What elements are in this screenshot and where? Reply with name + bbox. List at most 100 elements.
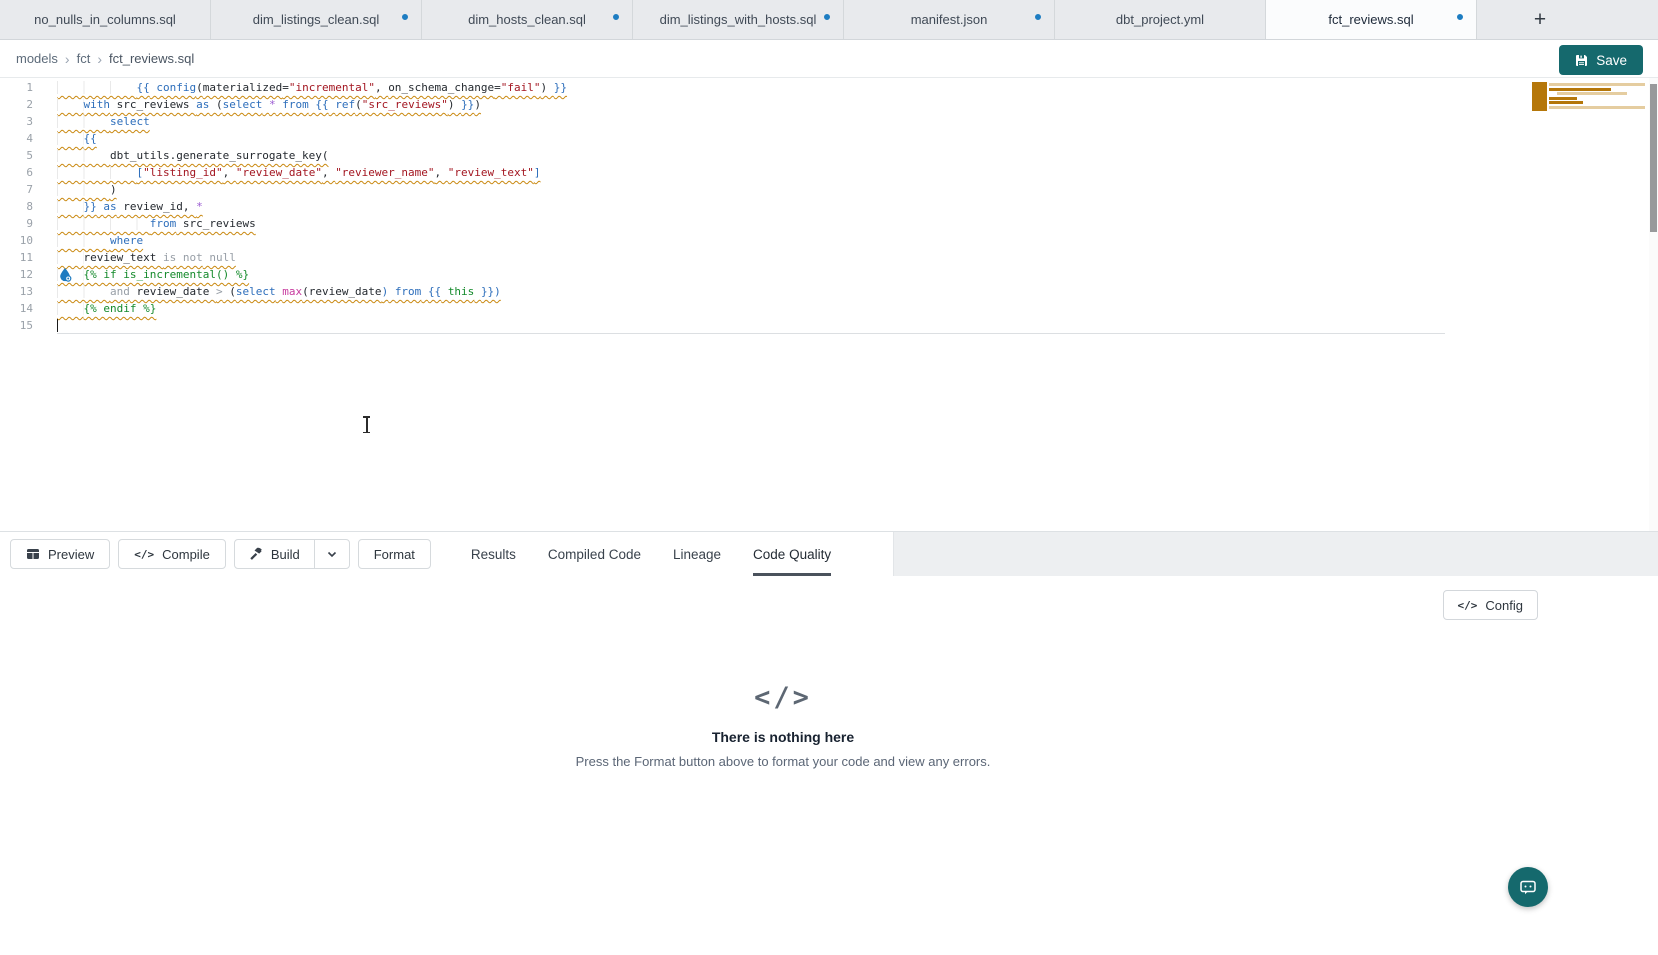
code-line[interactable]: 1 {{ config(materialized="incremental", …	[0, 79, 1658, 96]
code-line-text: with src_reviews as (select * from {{ re…	[57, 96, 481, 113]
build-button[interactable]: Build	[235, 540, 314, 568]
indent-guides	[57, 149, 110, 162]
panel-header: Preview </> Compile Build	[0, 531, 1658, 576]
code-token: =	[282, 81, 289, 94]
code-token: "fail"	[501, 81, 541, 94]
breadcrumb-separator-icon: ›	[97, 51, 102, 67]
code-token: from	[282, 98, 309, 111]
code-token: src_reviews	[110, 98, 196, 111]
code-line-text: select	[57, 113, 150, 130]
code-line-text: where	[57, 232, 143, 249]
code-token: max	[282, 285, 302, 298]
indent-guides	[57, 234, 110, 247]
panel-tab-results[interactable]: Results	[471, 532, 516, 576]
editor-scrollbar[interactable]	[1649, 78, 1658, 531]
code-token: {% if is_incremental() %}	[84, 268, 250, 281]
code-line[interactable]: 6 ["listing_id", "review_date", "reviewe…	[0, 164, 1658, 181]
breadcrumb-item[interactable]: fct	[77, 51, 91, 66]
panel-tab-label: Compiled Code	[548, 547, 641, 562]
code-line[interactable]: 12 {% if is_incremental() %}	[0, 266, 1658, 283]
code-line[interactable]: 15	[0, 317, 1658, 334]
code-token: null	[209, 251, 236, 264]
format-button[interactable]: Format	[358, 539, 431, 569]
unsaved-dot-icon	[402, 14, 408, 20]
code-line[interactable]: 4 {{	[0, 130, 1658, 147]
code-line[interactable]: 2 with src_reviews as (select * from {{ …	[0, 96, 1658, 113]
code-token: "reviewer_name"	[335, 166, 434, 179]
panel-header-spacer	[893, 532, 1658, 576]
code-token: }})	[481, 285, 501, 298]
code-token: ,	[375, 81, 388, 94]
preview-button-label: Preview	[48, 547, 94, 562]
code-token: select	[236, 285, 276, 298]
indent-guides	[57, 115, 110, 128]
code-line[interactable]: 14 {% endif %}	[0, 300, 1658, 317]
code-quality-panel: </> Config </> There is nothing here Pre…	[0, 576, 1658, 954]
file-tab[interactable]: manifest.json	[844, 0, 1055, 39]
build-dropdown-button[interactable]	[315, 540, 349, 568]
code-editor[interactable]: 1 {{ config(materialized="incremental", …	[0, 78, 1658, 531]
panel-tab-code-quality[interactable]: Code Quality	[753, 532, 831, 576]
code-token: "incremental"	[289, 81, 375, 94]
file-tab[interactable]: dim_listings_clean.sql	[211, 0, 422, 39]
code-token: (	[355, 98, 362, 111]
code-line[interactable]: 13 and review_date > (select max(review_…	[0, 283, 1658, 300]
code-token: (	[209, 98, 222, 111]
indent-guides	[57, 251, 84, 264]
code-token: dbt_utils.generate_surrogate_key(	[110, 149, 329, 162]
save-button[interactable]: Save	[1559, 45, 1643, 75]
panel-tab-compiled-code[interactable]: Compiled Code	[548, 532, 641, 576]
file-tab[interactable]: dim_listings_with_hosts.sql	[633, 0, 844, 39]
code-token: {{	[136, 81, 149, 94]
code-token: )	[110, 183, 117, 196]
file-tab[interactable]: dim_hosts_clean.sql	[422, 0, 633, 39]
unsaved-dot-icon	[613, 14, 619, 20]
save-button-label: Save	[1596, 53, 1627, 68]
code-token: as	[196, 98, 209, 111]
indent-guides	[57, 183, 110, 196]
code-icon: </>	[134, 548, 154, 561]
panel-tabs: Results Compiled Code Lineage Code Quality	[471, 532, 863, 576]
mouse-cursor-ibeam	[362, 416, 371, 433]
quick-fix-droplet-icon[interactable]	[58, 267, 72, 282]
code-token: on_schema_change	[388, 81, 494, 94]
code-token: "review_date"	[236, 166, 322, 179]
compile-button[interactable]: </> Compile	[118, 539, 226, 569]
breadcrumb-item[interactable]: models	[16, 51, 58, 66]
line-number: 4	[0, 130, 57, 147]
line-number: 2	[0, 96, 57, 113]
save-icon	[1575, 54, 1588, 67]
file-tab[interactable]: fct_reviews.sql	[1266, 0, 1477, 39]
editor-scrollbar-thumb[interactable]	[1650, 84, 1657, 232]
code-line[interactable]: 3 select	[0, 113, 1658, 130]
code-token: and	[110, 285, 130, 298]
code-line[interactable]: 7 )	[0, 181, 1658, 198]
chatbot-icon	[1518, 877, 1538, 897]
code-token: is	[163, 251, 176, 264]
code-line[interactable]: 10 where	[0, 232, 1658, 249]
breadcrumb-item[interactable]: fct_reviews.sql	[109, 51, 194, 66]
panel-tab-lineage[interactable]: Lineage	[673, 532, 721, 576]
indent-guides	[57, 132, 84, 145]
file-tab[interactable]: dbt_project.yml	[1055, 0, 1266, 39]
line-number: 1	[0, 79, 57, 96]
code-line[interactable]: 5 dbt_utils.generate_surrogate_key(	[0, 147, 1658, 164]
code-line[interactable]: 11 review_text is not null	[0, 249, 1658, 266]
new-tab-button[interactable]: +	[1519, 0, 1561, 39]
line-number: 11	[0, 249, 57, 266]
line-number: 15	[0, 317, 57, 334]
code-line-text: {{ config(materialized="incremental", on…	[57, 79, 567, 96]
file-tab[interactable]: no_nulls_in_columns.sql	[0, 0, 211, 39]
code-line[interactable]: 9 from src_reviews	[0, 215, 1658, 232]
config-button[interactable]: </> Config	[1443, 590, 1538, 620]
code-line-text: }} as review_id, *	[57, 198, 203, 215]
chat-assistant-button[interactable]	[1508, 867, 1548, 907]
panel-tab-label: Lineage	[673, 547, 721, 562]
code-token	[262, 98, 269, 111]
code-line[interactable]: 8 }} as review_id, *	[0, 198, 1658, 215]
line-number: 6	[0, 164, 57, 181]
active-line-border	[57, 333, 1445, 334]
unsaved-dot-icon	[824, 14, 830, 20]
code-token: where	[110, 234, 143, 247]
preview-button[interactable]: Preview	[10, 539, 110, 569]
